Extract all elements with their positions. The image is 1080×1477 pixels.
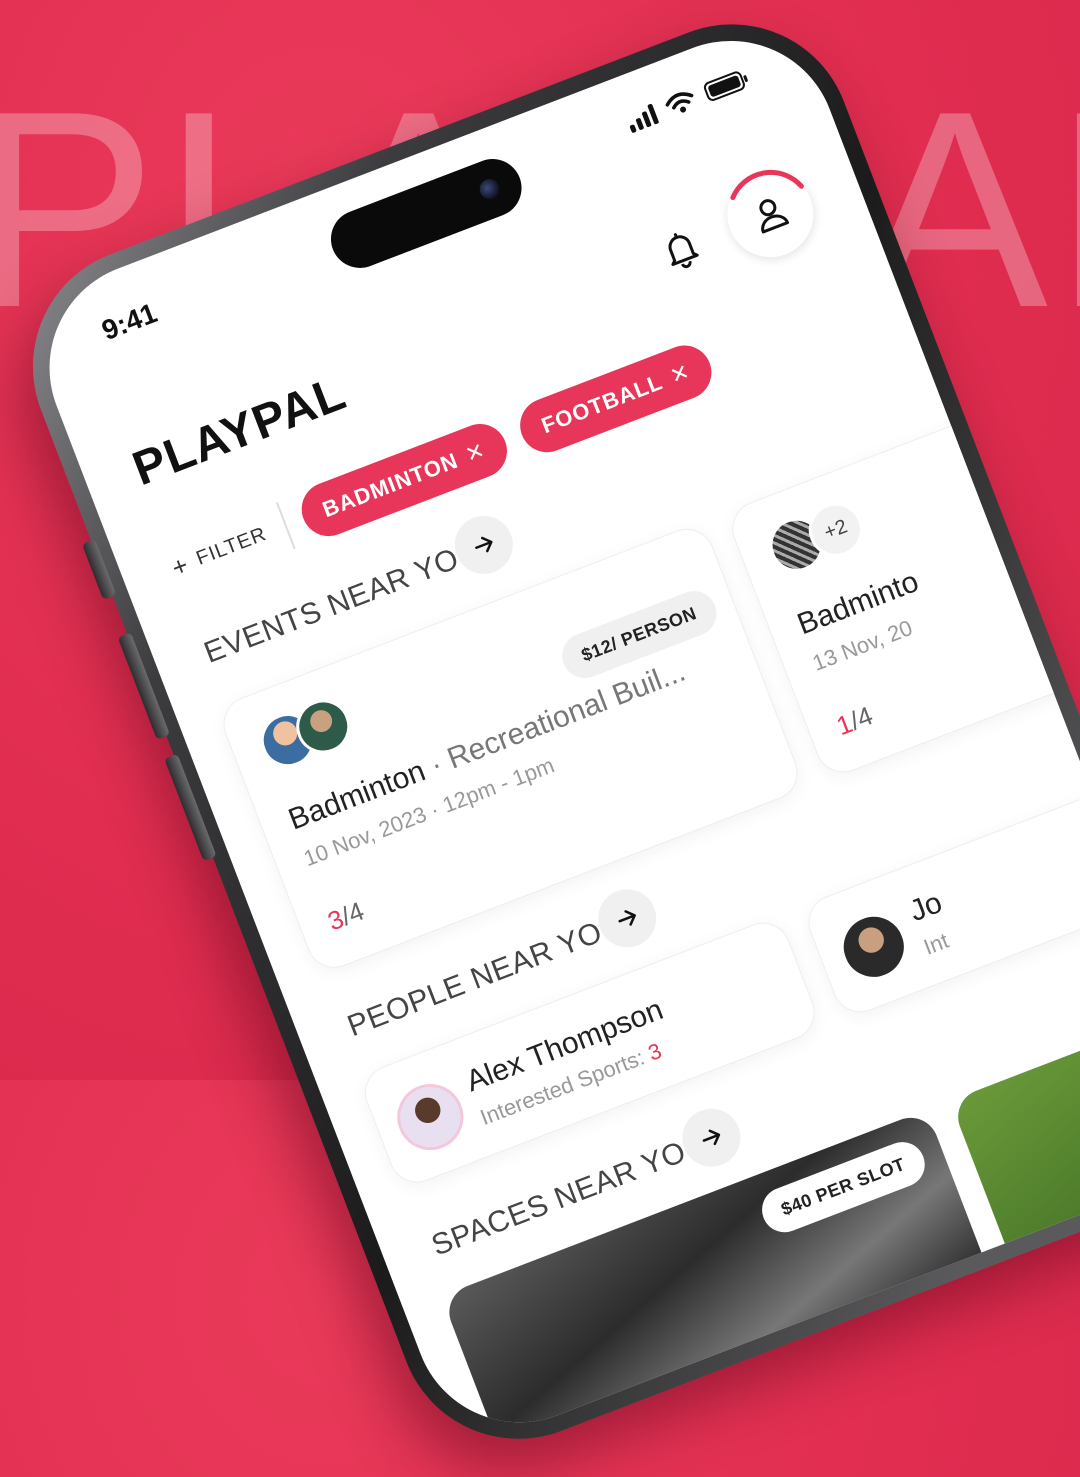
profile-progress-ring: [730, 169, 804, 201]
arrow-right-icon: [618, 910, 636, 926]
filter-label: FILTER: [193, 522, 270, 570]
event-slots: 3/4: [323, 896, 368, 938]
close-icon[interactable]: ✕: [667, 359, 694, 390]
battery-icon: [702, 69, 747, 103]
signal-icon: [624, 102, 660, 134]
status-time: 9:41: [97, 297, 162, 347]
close-icon[interactable]: ✕: [462, 437, 489, 468]
bell-icon: [668, 233, 699, 269]
space-price: $40 PER SLOT: [755, 1135, 932, 1239]
person-avatar: [387, 1074, 473, 1160]
profile-button[interactable]: [714, 158, 826, 270]
event-venue: Recreational Buil...: [442, 654, 690, 776]
event-title: Badminton · Recreational Buil...: [284, 655, 690, 838]
filter-button[interactable]: + FILTER: [163, 502, 296, 593]
camera-icon: [476, 176, 503, 203]
interest-count: 3: [644, 1037, 665, 1066]
arrow-right-icon: [475, 536, 493, 553]
status-icons: [624, 69, 747, 134]
notifications-button[interactable]: [650, 219, 712, 281]
person-avatar: [831, 904, 917, 990]
person-name: Jo: [905, 885, 947, 929]
arrow-right-icon: [702, 1129, 721, 1146]
person-card[interactable]: Jo Int: [800, 776, 1080, 1021]
extra-count: +2: [821, 514, 851, 544]
person-interests: Int: [920, 927, 952, 960]
wifi-icon: [665, 92, 694, 113]
app-logo: PLAYPAL: [125, 366, 354, 497]
chip-label: BADMINTON: [319, 447, 462, 523]
person-card[interactable]: Alex Thompson Interested Sports: 3: [356, 914, 823, 1191]
event-card[interactable]: Badminton · Recreational Buil... 10 Nov,…: [215, 520, 806, 976]
event-slots: 1/4: [832, 700, 877, 742]
chip-label: FOOTBALL: [537, 369, 667, 439]
plus-icon: +: [167, 548, 194, 583]
